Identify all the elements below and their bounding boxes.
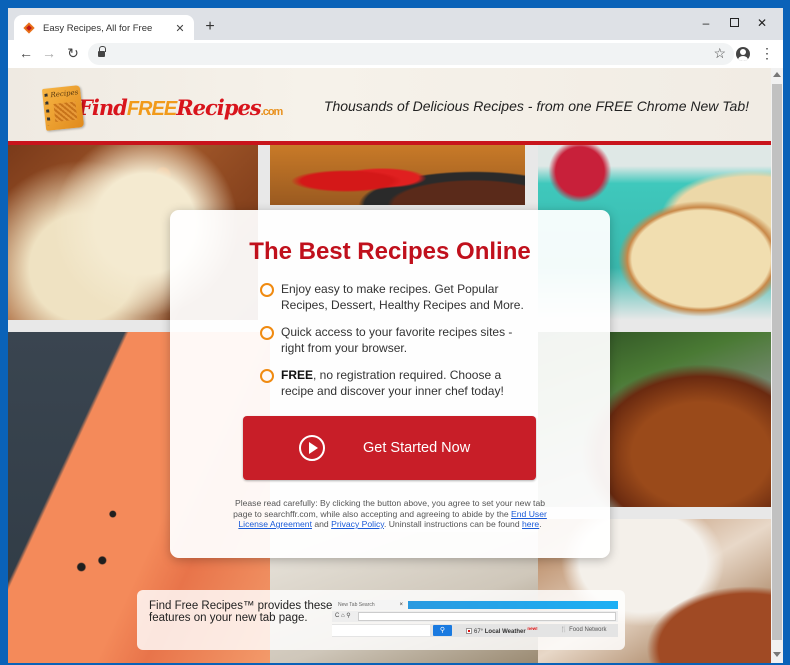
site-header: Recipes FindFREERecipes.com Thousands of… [8, 68, 771, 141]
promo-dialog: The Best Recipes Online Enjoy easy to ma… [170, 210, 610, 558]
preview-tab-title: New Tab Search [338, 602, 375, 608]
feature-text: FREE, no registration required. Choose a… [281, 368, 530, 399]
preview-tab: New Tab Search × [332, 600, 406, 610]
logo-com: .com [260, 106, 284, 118]
banner-text: Find Free Recipes™ provides these featur… [149, 600, 333, 624]
preview-search-bar: ⚲ 67° Local Weather new! 🍴 Food Network [332, 624, 618, 637]
feature-list: Enjoy easy to make recipes. Get Popular … [260, 282, 530, 411]
disclaimer-text: Please read carefully: By clicking the b… [230, 498, 550, 530]
weather-label: Local Weather [484, 629, 526, 635]
preview-tabstrip [408, 601, 618, 609]
circle-bullet-icon [260, 369, 274, 383]
site-logo[interactable]: Recipes FindFREERecipes.com [41, 85, 284, 131]
lock-icon [98, 46, 106, 57]
food-network-label: Food Network [569, 627, 607, 633]
feature-item: Quick access to your favorite recipes si… [260, 325, 530, 356]
circle-bullet-icon [260, 326, 274, 340]
browser-menu-icon[interactable]: ⋮ [760, 46, 774, 60]
disclaimer-part: Please read carefully: By clicking the b… [233, 498, 546, 519]
feature-body: Quick access to your favorite recipes si… [281, 325, 513, 355]
scroll-up-arrow-icon[interactable] [773, 72, 781, 77]
play-circle-icon [299, 435, 325, 461]
recipe-book-icon: Recipes [41, 85, 85, 131]
logo-book-label: Recipes [50, 88, 79, 100]
page-viewport: Recipes FindFREERecipes.com Thousands of… [8, 68, 771, 663]
title-bar: Easy Recipes, All for Free ✕ + – ✕ [8, 8, 783, 41]
preview-url-box [358, 612, 616, 621]
get-started-button[interactable]: Get Started Now [243, 416, 536, 480]
profile-avatar-icon[interactable] [736, 47, 750, 61]
logo-recipes: Recipes [176, 95, 261, 120]
privacy-policy-link[interactable]: Privacy Policy [331, 519, 384, 529]
tab-title: Easy Recipes, All for Free [43, 22, 153, 34]
weather-icon [466, 628, 472, 635]
newtab-preview-image: New Tab Search × C ⌂ ⚲ ⚲ 67° Local Weathe… [332, 600, 618, 640]
feature-bold: FREE [281, 368, 314, 382]
address-bar[interactable]: ☆ [88, 43, 734, 65]
back-button[interactable]: ← [17, 45, 35, 61]
disclaimer-part: . [539, 519, 542, 529]
feature-text: Quick access to your favorite recipes si… [281, 325, 530, 356]
feature-body: Enjoy easy to make recipes. Get Popular … [281, 282, 524, 312]
browser-window: Easy Recipes, All for Free ✕ + – ✕ ← → ↻… [8, 8, 783, 663]
logo-find: Find [78, 95, 128, 120]
circle-bullet-icon [260, 283, 274, 297]
preview-search-icon: ⚲ [433, 625, 452, 636]
preview-weather: 67° Local Weather new! [466, 626, 538, 635]
feature-body: , no registration required. Choose a rec… [281, 368, 504, 398]
new-badge: new! [527, 626, 538, 631]
new-tab-button[interactable]: + [200, 18, 220, 36]
disclaimer-part: . Uninstall instructions can be found [383, 519, 523, 529]
close-window-button[interactable]: ✕ [752, 16, 772, 30]
preview-food-network: 🍴 Food Network [560, 627, 607, 633]
features-banner: Find Free Recipes™ provides these featur… [137, 590, 625, 650]
tab-close-icon[interactable]: ✕ [172, 22, 188, 35]
weather-temp: 67° [474, 629, 484, 635]
chili-photo [270, 145, 525, 205]
browser-tab[interactable]: Easy Recipes, All for Free ✕ [14, 15, 194, 41]
scroll-down-arrow-icon[interactable] [773, 652, 781, 657]
browser-toolbar: ← → ↻ ☆ ⋮ [8, 40, 783, 68]
maximize-icon [729, 18, 739, 27]
disclaimer-part: and [311, 519, 332, 529]
logo-free: FREE [126, 98, 177, 120]
recipes-favicon-icon [24, 23, 35, 34]
forward-button[interactable]: → [40, 45, 58, 61]
logo-wordmark: FindFREERecipes.com [78, 95, 284, 121]
preview-url-bar: C ⌂ ⚲ [332, 611, 618, 622]
feature-item: FREE, no registration required. Choose a… [260, 368, 530, 399]
reload-button[interactable]: ↻ [64, 45, 82, 62]
preview-search-input [332, 625, 430, 636]
vertical-scrollbar[interactable] [771, 68, 783, 663]
uninstall-here-link[interactable]: here [522, 519, 539, 529]
minimize-button[interactable]: – [696, 16, 716, 30]
feature-text: Enjoy easy to make recipes. Get Popular … [281, 282, 530, 313]
feature-item: Enjoy easy to make recipes. Get Popular … [260, 282, 530, 313]
get-started-label: Get Started Now [363, 440, 471, 456]
preview-nav-icons: C ⌂ ⚲ [335, 613, 351, 619]
scroll-thumb[interactable] [772, 84, 782, 640]
maximize-button[interactable] [724, 16, 744, 30]
preview-tab-close-icon: × [399, 602, 403, 608]
bookmark-star-icon[interactable]: ☆ [713, 45, 726, 62]
header-tagline: Thousands of Delicious Recipes - from on… [323, 98, 749, 114]
dialog-title: The Best Recipes Online [249, 238, 531, 265]
